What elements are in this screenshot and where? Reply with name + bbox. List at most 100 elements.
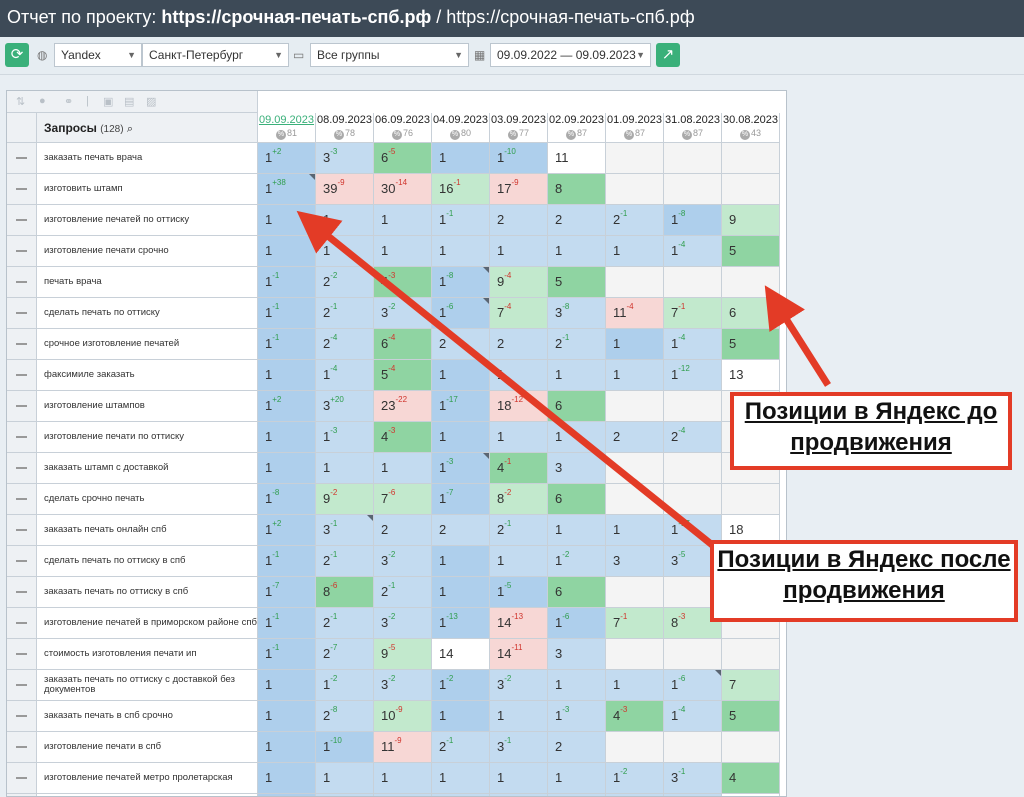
position-cell[interactable]: 2-2 [316, 267, 374, 298]
position-cell[interactable] [606, 577, 664, 608]
position-cell[interactable]: 2-1 [316, 546, 374, 577]
date-label[interactable]: 02.09.2023 [548, 114, 605, 127]
position-cell[interactable]: 7 [722, 670, 780, 701]
position-cell[interactable]: 3-2 [374, 298, 432, 329]
position-cell[interactable]: 2 [432, 329, 490, 360]
row-menu-handle[interactable] [7, 298, 37, 329]
row-menu-handle[interactable] [7, 360, 37, 391]
position-cell[interactable]: 1 [606, 670, 664, 701]
position-cell[interactable]: 1-2 [606, 763, 664, 794]
query-text[interactable]: сделать печать по оттиску в спб [37, 546, 258, 577]
position-cell[interactable]: 30-14 [374, 174, 432, 205]
position-cell[interactable]: 5 [722, 236, 780, 267]
position-cell[interactable]: 3-1 [664, 763, 722, 794]
row-menu-handle[interactable] [7, 639, 37, 670]
position-cell[interactable]: 1 [374, 236, 432, 267]
position-cell[interactable]: 1-1 [258, 329, 316, 360]
position-cell[interactable]: 1 [490, 360, 548, 391]
list-icon[interactable]: ▤ [124, 95, 134, 108]
queries-title[interactable]: Запросы (128) ⌕ [44, 121, 133, 136]
position-cell[interactable] [664, 639, 722, 670]
position-cell[interactable] [722, 732, 780, 763]
lock-icon[interactable]: ▨ [146, 95, 156, 108]
row-menu-handle[interactable] [7, 329, 37, 360]
position-cell[interactable]: 5-4 [374, 360, 432, 391]
position-cell[interactable] [664, 174, 722, 205]
position-cell[interactable]: 18-12 [490, 391, 548, 422]
position-cell[interactable]: 1-7 [432, 484, 490, 515]
export-button[interactable]: ↗ [656, 43, 680, 67]
query-text[interactable]: заказать печать по оттиску в спб [37, 577, 258, 608]
position-cell[interactable]: 1-6 [432, 298, 490, 329]
position-cell[interactable] [664, 267, 722, 298]
position-cell[interactable]: 2-7 [316, 639, 374, 670]
position-cell[interactable]: 2 [490, 329, 548, 360]
row-menu-handle[interactable] [7, 143, 37, 174]
query-text[interactable]: изготовление штампов [37, 391, 258, 422]
position-cell[interactable]: 1 [432, 546, 490, 577]
link-icon[interactable]: ⚭ [64, 95, 73, 108]
query-text[interactable]: заказать печать онлайн спб [37, 515, 258, 546]
position-cell[interactable]: 1-5 [490, 577, 548, 608]
position-cell[interactable]: 1 [490, 763, 548, 794]
position-cell[interactable]: 1+2 [258, 515, 316, 546]
position-cell[interactable]: 8-6 [316, 577, 374, 608]
position-cell[interactable]: 2 [490, 205, 548, 236]
position-cell[interactable]: 3-2 [374, 608, 432, 639]
query-text[interactable]: изготовление печати срочно [37, 236, 258, 267]
position-cell[interactable]: 1 [606, 236, 664, 267]
date-label[interactable]: 31.08.2023 [664, 114, 721, 127]
position-cell[interactable]: 6-5 [374, 143, 432, 174]
position-cell[interactable]: 3-2 [490, 670, 548, 701]
query-text[interactable]: изготовление печатей в приморском районе… [37, 608, 258, 639]
row-menu-handle[interactable] [7, 453, 37, 484]
date-column-header[interactable]: 02.09.2023% 87 [548, 113, 606, 143]
position-cell[interactable] [664, 391, 722, 422]
position-cell[interactable]: 3 [548, 639, 606, 670]
position-cell[interactable] [664, 453, 722, 484]
position-cell[interactable] [722, 267, 780, 298]
position-cell[interactable]: 1 [548, 236, 606, 267]
query-text[interactable]: заказать печать по оттиску с доставкой б… [37, 670, 258, 701]
position-cell[interactable]: 1-1 [258, 546, 316, 577]
position-cell[interactable]: 1-1 [258, 267, 316, 298]
position-cell[interactable]: 1-1 [258, 298, 316, 329]
query-text[interactable]: сделать срочно печать [37, 484, 258, 515]
date-label[interactable]: 09.09.2023 [258, 114, 315, 127]
position-cell[interactable]: 1 [490, 701, 548, 732]
position-cell[interactable] [722, 143, 780, 174]
position-cell[interactable]: 7-1 [664, 298, 722, 329]
position-cell[interactable]: 9 [722, 205, 780, 236]
position-cell[interactable]: 3-1 [316, 515, 374, 546]
query-text[interactable]: изготовление печатей по оттиску [37, 205, 258, 236]
position-cell[interactable]: 1 [258, 453, 316, 484]
date-column-header[interactable]: 31.08.2023% 87 [664, 113, 722, 143]
position-cell[interactable] [606, 143, 664, 174]
row-menu-handle[interactable] [7, 484, 37, 515]
position-cell[interactable]: 1-4 [664, 329, 722, 360]
query-text[interactable]: стоимость изготовления печати ип [37, 639, 258, 670]
position-cell[interactable]: 1-12 [664, 360, 722, 391]
position-cell[interactable]: 3-1 [490, 732, 548, 763]
position-cell[interactable]: 4-3 [606, 701, 664, 732]
position-cell[interactable]: 3-3 [316, 143, 374, 174]
position-cell[interactable]: 1 [258, 360, 316, 391]
position-cell[interactable]: 9-5 [374, 639, 432, 670]
position-cell[interactable] [722, 639, 780, 670]
position-cell[interactable]: 6 [548, 391, 606, 422]
position-cell[interactable]: 2-1 [548, 329, 606, 360]
position-cell[interactable]: 1-6 [664, 670, 722, 701]
position-cell[interactable]: 1 [316, 763, 374, 794]
position-cell[interactable]: 1 [432, 143, 490, 174]
position-cell[interactable]: 1-8 [258, 484, 316, 515]
position-cell[interactable]: 1 [432, 422, 490, 453]
position-cell[interactable]: 2 [432, 515, 490, 546]
query-text[interactable]: заказать печать в спб срочно [37, 701, 258, 732]
row-menu-handle[interactable] [7, 732, 37, 763]
position-cell[interactable]: 1 [374, 763, 432, 794]
region-select[interactable]: Санкт-Петербург ▼ [142, 43, 289, 67]
position-cell[interactable]: 1-8 [432, 267, 490, 298]
position-cell[interactable]: 1 [258, 732, 316, 763]
position-cell[interactable]: 1-1 [432, 205, 490, 236]
date-range-select[interactable]: 09.09.2022 — 09.09.2023 ▼ [490, 43, 651, 67]
